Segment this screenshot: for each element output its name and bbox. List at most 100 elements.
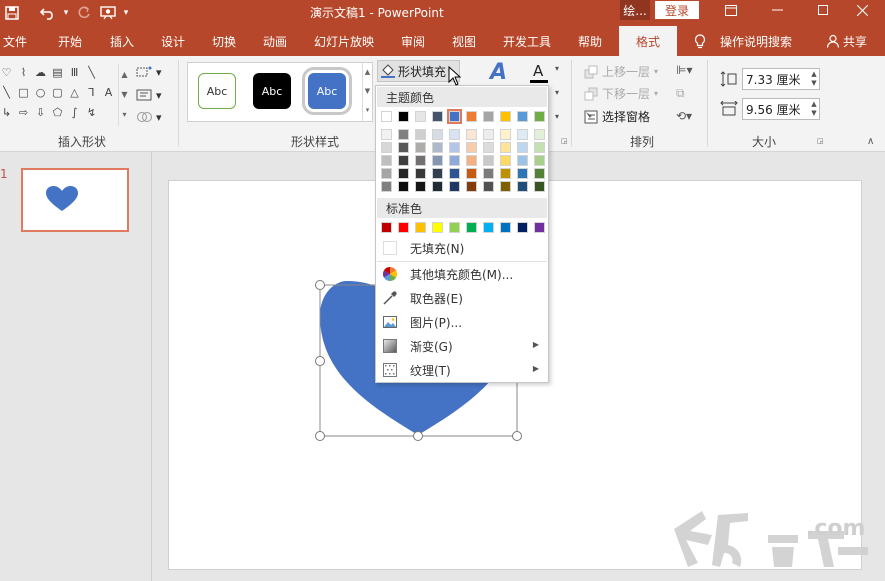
texture-fill-item[interactable]: 纹理(T) ▶ — [377, 359, 547, 381]
text-fill-dropdown-icon[interactable]: ▾ — [555, 64, 559, 73]
resize-handle[interactable] — [315, 431, 325, 441]
tab-transitions[interactable]: 切换 — [212, 26, 236, 56]
theme-shade-swatch[interactable] — [517, 142, 528, 153]
theme-color-swatch[interactable] — [415, 111, 426, 122]
theme-shade-swatch[interactable] — [466, 168, 477, 179]
theme-shade-swatch[interactable] — [398, 129, 409, 140]
minimize-icon[interactable] — [754, 0, 800, 20]
theme-shade-swatch[interactable] — [432, 168, 443, 179]
resize-handle[interactable] — [512, 431, 522, 441]
customize-qat-icon[interactable]: ▾ — [120, 2, 132, 24]
wordart-quick-style-icon[interactable]: A — [490, 60, 507, 85]
tell-me-search[interactable]: 操作说明搜索 — [694, 26, 792, 56]
theme-shade-swatch[interactable] — [449, 168, 460, 179]
theme-shade-swatch[interactable] — [534, 168, 545, 179]
theme-shade-swatch[interactable] — [500, 181, 511, 192]
align-icon[interactable]: ⊫▾ — [676, 63, 692, 77]
theme-shade-swatch[interactable] — [483, 155, 494, 166]
resize-handle[interactable] — [413, 431, 423, 441]
theme-shade-swatch[interactable] — [466, 129, 477, 140]
scroll-down-icon[interactable]: ▼ — [119, 84, 130, 104]
text-effects-dropdown-icon[interactable]: ▾ — [555, 112, 559, 121]
theme-shade-swatch[interactable] — [483, 168, 494, 179]
theme-shade-swatch[interactable] — [466, 181, 477, 192]
standard-color-swatch[interactable] — [517, 222, 528, 233]
vertical-textbox-icon[interactable]: Ⅲ — [68, 66, 81, 79]
theme-shade-swatch[interactable] — [381, 181, 392, 192]
resize-handle[interactable] — [315, 356, 325, 366]
freeform-shape-icon[interactable]: ↯ — [85, 106, 98, 119]
tab-home[interactable]: 开始 — [58, 26, 82, 56]
theme-shade-swatch[interactable] — [381, 129, 392, 140]
theme-shade-swatch[interactable] — [432, 155, 443, 166]
shape-gallery-scroll[interactable]: ▲ ▼ ▾ — [118, 64, 130, 126]
tab-slideshow[interactable]: 幻灯片放映 — [314, 26, 374, 56]
standard-color-swatch[interactable] — [415, 222, 426, 233]
theme-shade-swatch[interactable] — [449, 129, 460, 140]
down-arrow-shape-icon[interactable]: ⇩ — [34, 106, 47, 119]
theme-shade-swatch[interactable] — [517, 155, 528, 166]
rotate-icon[interactable]: ⟲▾ — [676, 109, 692, 123]
theme-shade-swatch[interactable] — [381, 142, 392, 153]
text-fill-icon[interactable]: A — [533, 62, 543, 80]
flowchart-shape-icon[interactable]: ⬠ — [51, 106, 64, 119]
standard-color-swatch[interactable] — [432, 222, 443, 233]
close-icon[interactable] — [839, 0, 885, 20]
curve-shape-icon[interactable]: ∫ — [68, 106, 81, 119]
collapse-ribbon-icon[interactable]: ∧ — [867, 136, 874, 147]
theme-shade-swatch[interactable] — [398, 181, 409, 192]
style-preset-blue[interactable]: Abc — [302, 67, 352, 115]
ribbon-display-options-icon[interactable] — [708, 0, 754, 20]
theme-color-swatch[interactable] — [432, 111, 443, 122]
theme-shade-swatch[interactable] — [415, 181, 426, 192]
theme-shade-swatch[interactable] — [381, 155, 392, 166]
theme-color-swatch[interactable] — [447, 109, 462, 124]
width-spinner[interactable]: ▲ ▼ — [809, 100, 819, 118]
style-preset-outline[interactable]: Abc — [198, 73, 236, 109]
theme-color-swatch[interactable] — [500, 111, 511, 122]
theme-color-swatch[interactable] — [483, 111, 494, 122]
theme-shade-swatch[interactable] — [381, 168, 392, 179]
textbox-button[interactable]: ▾ — [136, 88, 162, 102]
diagonal-line-icon[interactable]: ╲ — [0, 86, 13, 99]
theme-color-swatch[interactable] — [534, 111, 545, 122]
standard-color-swatch[interactable] — [381, 222, 392, 233]
gradient-fill-item[interactable]: 渐变(G) ▶ — [377, 335, 547, 357]
shape-styles-gallery[interactable]: Abc Abc Abc ▲ ▼ ▾ — [187, 62, 373, 122]
cloud-shape-icon[interactable]: ☁ — [34, 66, 47, 79]
theme-shade-swatch[interactable] — [500, 168, 511, 179]
share-button[interactable]: 共享 — [826, 26, 867, 56]
rounded-rect-icon[interactable]: ▢ — [51, 86, 64, 99]
gallery-more-icon[interactable]: ▾ — [119, 104, 130, 124]
eyedropper-item[interactable]: 取色器(E) — [377, 287, 547, 309]
triangle-shape-icon[interactable]: △ — [68, 86, 81, 99]
theme-color-swatch[interactable] — [466, 111, 477, 122]
undo-dropdown-icon[interactable]: ▾ — [60, 2, 72, 24]
textbox-shape-icon[interactable]: ▤ — [51, 66, 64, 79]
theme-shade-swatch[interactable] — [432, 129, 443, 140]
standard-color-swatch[interactable] — [449, 222, 460, 233]
no-fill-item[interactable]: 无填充(N) — [377, 237, 547, 259]
theme-shade-swatch[interactable] — [432, 142, 443, 153]
theme-shade-swatch[interactable] — [415, 168, 426, 179]
edit-shape-button[interactable]: ▾ — [136, 65, 162, 79]
standard-color-swatch[interactable] — [500, 222, 511, 233]
tab-help[interactable]: 帮助 — [578, 26, 602, 56]
theme-shade-swatch[interactable] — [415, 155, 426, 166]
selection-pane-button[interactable]: 选择窗格 — [584, 108, 650, 125]
save-icon[interactable] — [0, 2, 24, 24]
tab-review[interactable]: 审阅 — [401, 26, 425, 56]
tab-animations[interactable]: 动画 — [263, 26, 287, 56]
theme-shade-swatch[interactable] — [534, 181, 545, 192]
line-shape-icon[interactable]: ╲ — [85, 66, 98, 79]
theme-shade-swatch[interactable] — [449, 142, 460, 153]
right-arrow-shape-icon[interactable]: ⇨ — [17, 106, 30, 119]
tab-file[interactable]: 文件 — [3, 26, 27, 56]
style-preset-dark[interactable]: Abc — [253, 73, 291, 109]
wave-shape-icon[interactable]: ⌇ — [17, 66, 30, 79]
standard-color-swatch[interactable] — [398, 222, 409, 233]
theme-color-swatch[interactable] — [517, 111, 528, 122]
theme-shade-swatch[interactable] — [398, 168, 409, 179]
tab-format[interactable]: 格式 — [619, 26, 677, 57]
rectangle-shape-icon[interactable]: □ — [17, 86, 30, 99]
